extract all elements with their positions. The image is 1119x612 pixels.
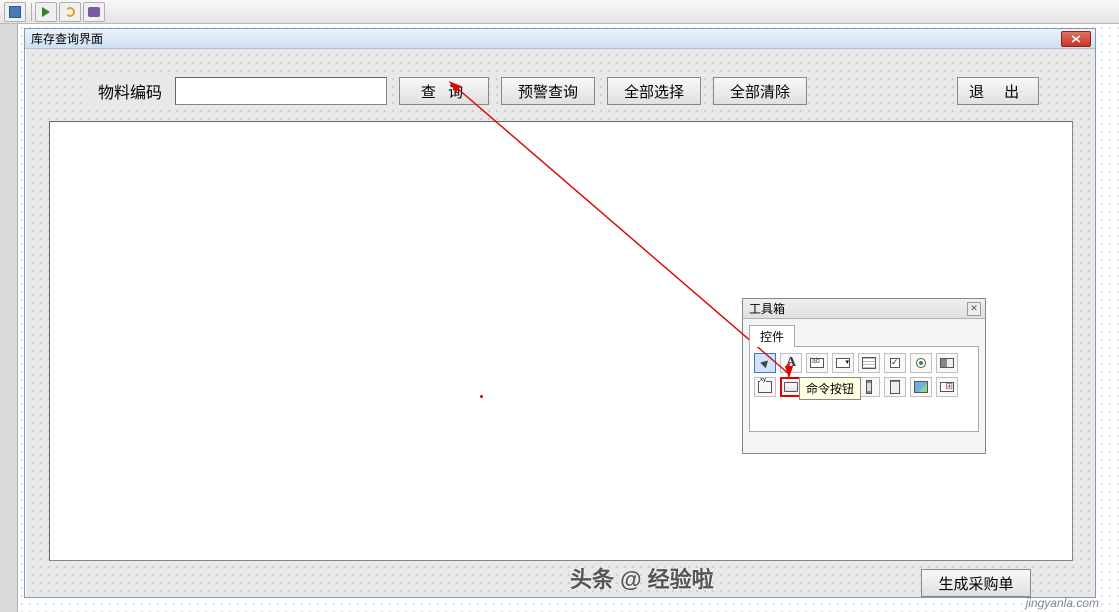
clear-all-button[interactable]: 全部清除 bbox=[713, 77, 807, 105]
toolbar-run-button[interactable] bbox=[35, 2, 57, 22]
pointer-icon bbox=[760, 358, 771, 369]
query-button[interactable]: 查 询 bbox=[399, 77, 489, 105]
toolbox-tab-controls[interactable]: 控件 bbox=[749, 325, 795, 347]
userform-title: 库存查询界面 bbox=[31, 30, 103, 47]
tool-refedit[interactable] bbox=[936, 377, 958, 397]
toolbar-reset-button[interactable] bbox=[59, 2, 81, 22]
toolbox-panel: A bbox=[749, 346, 979, 432]
toolbar-design-button[interactable] bbox=[83, 2, 105, 22]
ide-toolbar bbox=[0, 0, 1119, 24]
tool-checkbox[interactable] bbox=[884, 353, 906, 373]
toolbox-titlebar[interactable]: 工具箱 ✕ bbox=[743, 299, 985, 319]
toolbox-body: 控件 A bbox=[743, 319, 985, 438]
toolbox-title: 工具箱 bbox=[749, 300, 785, 317]
watermark-text: 头条 @ 经验啦 bbox=[570, 562, 714, 594]
tool-togglebutton[interactable] bbox=[936, 353, 958, 373]
close-icon: ✕ bbox=[970, 303, 978, 314]
design-surface[interactable]: 库存查询界面 物料编码 查 询 预警查询 全部选择 全部清除 退 出 bbox=[18, 24, 1119, 612]
commandbutton-icon bbox=[784, 382, 798, 392]
watermark-url: jingyanla.com bbox=[1026, 596, 1099, 610]
tool-listbox[interactable] bbox=[858, 353, 880, 373]
toolbox-window[interactable]: 工具箱 ✕ 控件 A bbox=[742, 298, 986, 454]
tool-row-2 bbox=[754, 377, 974, 397]
generate-po-button[interactable]: 生成采购单 bbox=[921, 569, 1031, 597]
exit-button[interactable]: 退 出 bbox=[957, 77, 1039, 105]
scrollbar-icon bbox=[866, 380, 872, 394]
tool-spinbutton[interactable] bbox=[884, 377, 906, 397]
toolbox-close-button[interactable]: ✕ bbox=[967, 302, 981, 316]
toolbar-save-button[interactable] bbox=[4, 2, 26, 22]
tool-label[interactable]: A bbox=[780, 353, 802, 373]
query-row: 物料编码 查 询 预警查询 全部选择 全部清除 退 出 bbox=[85, 77, 1039, 105]
toolbar-separator bbox=[31, 3, 32, 21]
tool-row-1: A bbox=[754, 353, 974, 373]
select-all-button[interactable]: 全部选择 bbox=[607, 77, 701, 105]
label-icon: A bbox=[786, 355, 796, 371]
listbox-icon bbox=[862, 357, 876, 369]
textbox-icon bbox=[810, 358, 824, 368]
material-label: 物料编码 bbox=[85, 77, 175, 105]
app-frame: 库存查询界面 物料编码 查 询 预警查询 全部选择 全部清除 退 出 bbox=[0, 0, 1119, 612]
close-button[interactable] bbox=[1061, 31, 1091, 47]
reset-icon bbox=[65, 7, 75, 17]
play-icon bbox=[42, 7, 50, 17]
tool-image[interactable] bbox=[910, 377, 932, 397]
close-icon bbox=[1071, 35, 1081, 43]
toolbox-tooltip: 命令按钮 bbox=[799, 377, 861, 400]
tool-optionbutton[interactable] bbox=[910, 353, 932, 373]
refedit-icon bbox=[940, 382, 954, 392]
image-icon bbox=[914, 381, 928, 393]
design-icon bbox=[88, 7, 100, 17]
save-icon bbox=[9, 6, 21, 18]
tool-frame[interactable] bbox=[754, 377, 776, 397]
annotation-dot bbox=[480, 395, 483, 398]
combobox-icon bbox=[836, 358, 850, 368]
userform-titlebar[interactable]: 库存查询界面 bbox=[25, 29, 1095, 49]
toggle-icon bbox=[940, 358, 954, 368]
alert-query-button[interactable]: 预警查询 bbox=[501, 77, 595, 105]
spinbutton-icon bbox=[890, 380, 900, 394]
tool-textbox[interactable] bbox=[806, 353, 828, 373]
material-input[interactable] bbox=[175, 77, 387, 105]
radio-icon bbox=[916, 358, 926, 368]
frame-icon bbox=[758, 381, 772, 393]
checkbox-icon bbox=[890, 358, 900, 368]
tool-scrollbar[interactable] bbox=[858, 377, 880, 397]
left-gutter bbox=[0, 24, 18, 612]
tool-combobox[interactable] bbox=[832, 353, 854, 373]
tool-pointer[interactable] bbox=[754, 353, 776, 373]
